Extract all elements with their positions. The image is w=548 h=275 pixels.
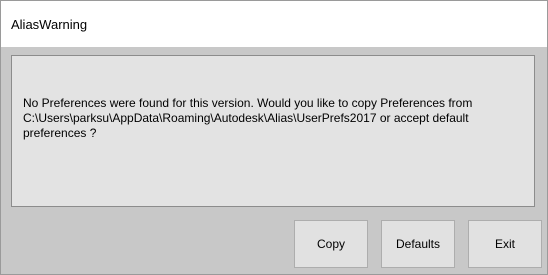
copy-button[interactable]: Copy xyxy=(294,220,368,268)
alias-warning-dialog: AliasWarning No Preferences were found f… xyxy=(0,0,548,275)
defaults-button[interactable]: Defaults xyxy=(381,220,455,268)
message-text: No Preferences were found for this versi… xyxy=(23,96,473,140)
message-panel: No Preferences were found for this versi… xyxy=(11,55,535,207)
exit-button[interactable]: Exit xyxy=(468,220,542,268)
window-title: AliasWarning xyxy=(11,17,88,32)
title-bar[interactable]: AliasWarning xyxy=(1,1,547,47)
